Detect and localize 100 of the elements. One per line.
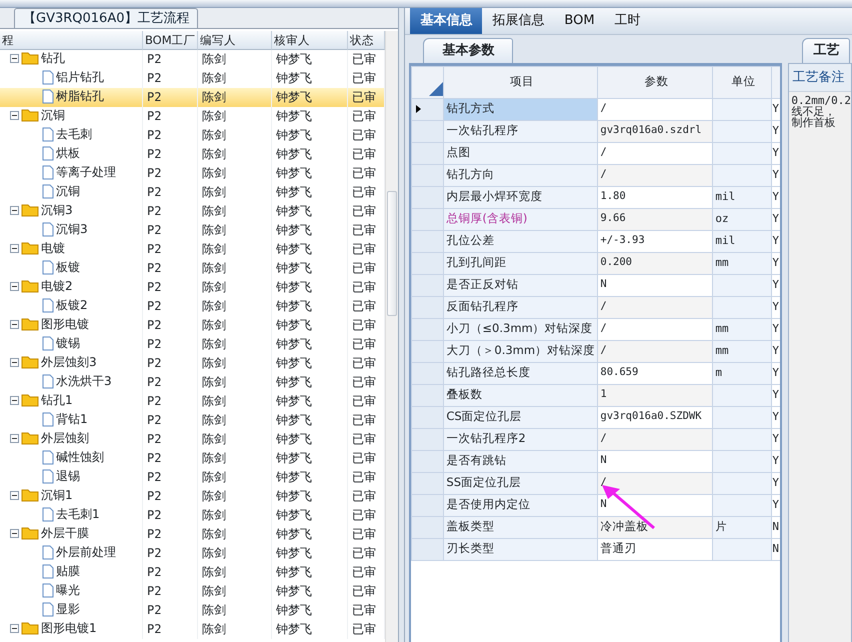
- grid-row[interactable]: 钻孔方向 / Y: [412, 164, 780, 186]
- collapse-icon[interactable]: [10, 282, 19, 290]
- tree-row[interactable]: 沉铜3 P2 陈剑 钟梦飞 已审: [0, 202, 385, 221]
- grid-row[interactable]: 一次钻孔程序 gv3rq016a0.szdrl Y: [412, 120, 780, 142]
- table-cell: 陈剑: [198, 544, 272, 563]
- tree-row[interactable]: 图形电镀1 P2 陈剑 钟梦飞 已审: [0, 620, 385, 639]
- column-header[interactable]: 编写人: [198, 31, 272, 50]
- grid-row[interactable]: 是否正反对钻 N Y: [412, 274, 780, 296]
- grid-row[interactable]: 反面钻孔程序 / Y: [412, 296, 780, 318]
- table-cell: P2: [143, 601, 198, 620]
- column-header[interactable]: 项目: [444, 66, 598, 98]
- grid-row[interactable]: 是否使用内定位 N Y: [412, 494, 780, 516]
- column-header[interactable]: 状态: [348, 31, 385, 50]
- tree-row[interactable]: 烘板 P2 陈剑 钟梦飞 已审: [0, 145, 385, 164]
- tree-row[interactable]: 贴膜 P2 陈剑 钟梦飞 已审: [0, 563, 385, 582]
- tree-row[interactable]: 电镀2 P2 陈剑 钟梦飞 已审: [0, 278, 385, 297]
- table-cell: 陈剑: [198, 202, 272, 221]
- table-cell: P2: [143, 392, 198, 411]
- grid-row[interactable]: 盖板类型 冷冲盖板 片 N: [412, 516, 780, 538]
- grid-row[interactable]: 孔位公差 +/-3.93 mil Y: [412, 230, 780, 252]
- column-header[interactable]: BOM工厂: [143, 31, 198, 50]
- tree-row[interactable]: 外层蚀刻3 P2 陈剑 钟梦飞 已审: [0, 354, 385, 373]
- tree-row[interactable]: 沉铜3 P2 陈剑 钟梦飞 已审: [0, 221, 385, 240]
- column-header[interactable]: 程: [0, 31, 143, 50]
- table-cell: /: [598, 296, 713, 318]
- document-icon: [42, 164, 54, 180]
- tree-row[interactable]: 等离子处理 P2 陈剑 钟梦飞 已审: [0, 164, 385, 183]
- tab[interactable]: 工时: [604, 8, 651, 34]
- tab[interactable]: 拓展信息: [482, 8, 554, 34]
- table-cell: 陈剑: [198, 145, 272, 164]
- table-cell: 陈剑: [198, 601, 272, 620]
- tree-row[interactable]: 背钻1 P2 陈剑 钟梦飞 已审: [0, 411, 385, 430]
- grid-row[interactable]: 大刀（＞0.3mm）对钻深度 / mm Y: [412, 340, 780, 362]
- document-icon: [42, 70, 54, 84]
- corner-icon: [429, 82, 443, 96]
- tree-row[interactable]: 碱性蚀刻 P2 陈剑 钟梦飞 已审: [0, 449, 385, 468]
- tree-row[interactable]: 钻孔1 P2 陈剑 钟梦飞 已审: [0, 392, 385, 411]
- tree-row[interactable]: 电镀 P2 陈剑 钟梦飞 已审: [0, 240, 385, 259]
- table-cell: gv3rq016a0.SZDWK: [598, 406, 713, 428]
- collapse-icon[interactable]: [10, 396, 19, 404]
- tree-row[interactable]: 镀锡 P2 陈剑 钟梦飞 已审: [0, 335, 385, 354]
- table-cell: 陈剑: [198, 354, 272, 373]
- tree-label: 外层干膜: [41, 525, 89, 542]
- grid-row[interactable]: 钻孔路径总长度 80.659 m Y: [412, 362, 780, 384]
- grid-row[interactable]: 总铜厚(含表铜) 9.66 oz Y: [412, 208, 780, 230]
- tree-row[interactable]: 钻孔 P2 陈剑 钟梦飞 已审: [0, 50, 385, 69]
- panel-tab[interactable]: 【GV3RQ016A0】工艺流程: [14, 8, 198, 28]
- tree-row[interactable]: 板镀 P2 陈剑 钟梦飞 已审: [0, 259, 385, 278]
- panel-tab[interactable]: 工艺: [802, 38, 850, 62]
- grid-row[interactable]: 一次钻孔程序2 / Y: [412, 428, 780, 450]
- tree-row[interactable]: 外层干膜 P2 陈剑 钟梦飞 已审: [0, 525, 385, 544]
- grid-row[interactable]: SS面定位孔层 / Y: [412, 472, 780, 494]
- tree-row[interactable]: 板镀2 P2 陈剑 钟梦飞 已审: [0, 297, 385, 316]
- collapse-icon[interactable]: [10, 624, 19, 632]
- tree-row[interactable]: 水洗烘干3 P2 陈剑 钟梦飞 已审: [0, 373, 385, 392]
- tree-row[interactable]: 曝光 P2 陈剑 钟梦飞 已审: [0, 582, 385, 601]
- folder-icon: [21, 393, 39, 407]
- collapse-icon[interactable]: [10, 528, 19, 538]
- collapse-icon[interactable]: [10, 110, 19, 120]
- collapse-icon[interactable]: [10, 320, 19, 328]
- table-cell: 孔到孔间距: [444, 252, 598, 274]
- tree-row[interactable]: 图形电镀 P2 陈剑 钟梦飞 已审: [0, 316, 385, 335]
- grid-row[interactable]: 叠板数 1 Y: [412, 384, 780, 406]
- tree-row[interactable]: 去毛刺 P2 陈剑 钟梦飞 已审: [0, 126, 385, 145]
- grid-row[interactable]: 内层最小焊环宽度 1.80 mil Y: [412, 186, 780, 208]
- column-header[interactable]: 核审人: [272, 31, 348, 50]
- grid-row[interactable]: 是否有跳钻 N Y: [412, 450, 780, 472]
- tree-row[interactable]: 沉铜 P2 陈剑 钟梦飞 已审: [0, 107, 385, 126]
- tab[interactable]: 基本信息: [410, 8, 482, 34]
- grid-row[interactable]: 孔到孔间距 0.200 mm Y: [412, 252, 780, 274]
- collapse-icon[interactable]: [10, 244, 19, 252]
- tree-row[interactable]: 去毛刺1 P2 陈剑 钟梦飞 已审: [0, 506, 385, 525]
- grid-row[interactable]: CS面定位孔层 gv3rq016a0.SZDWK Y: [412, 406, 780, 428]
- tree-row[interactable]: 沉铜 P2 陈剑 钟梦飞 已审: [0, 183, 385, 202]
- grid-row[interactable]: 刃长类型 普通刃 N: [412, 538, 780, 560]
- scrollbar[interactable]: [385, 31, 398, 642]
- folder-icon: [21, 431, 39, 445]
- table-cell: gv3rq016a0.szdrl: [598, 120, 713, 142]
- tree-row[interactable]: 沉铜1 P2 陈剑 钟梦飞 已审: [0, 487, 385, 506]
- tree-row[interactable]: 显影 P2 陈剑 钟梦飞 已审: [0, 601, 385, 620]
- tab[interactable]: BOM: [554, 8, 605, 34]
- collapse-icon[interactable]: [10, 490, 19, 500]
- grid-row[interactable]: 钻孔方式 / Y: [412, 98, 780, 120]
- tree-row[interactable]: 退锡 P2 陈剑 钟梦飞 已审: [0, 468, 385, 487]
- grid-row[interactable]: 点图 / Y: [412, 142, 780, 164]
- collapse-icon[interactable]: [10, 434, 19, 442]
- tree-label: 外层蚀刻: [41, 430, 89, 447]
- collapse-icon[interactable]: [10, 54, 19, 62]
- collapse-icon[interactable]: [10, 358, 19, 366]
- collapse-icon[interactable]: [10, 206, 19, 214]
- column-header[interactable]: 单位: [712, 66, 772, 98]
- tree-row[interactable]: 外层蚀刻 P2 陈剑 钟梦飞 已审: [0, 430, 385, 449]
- column-header[interactable]: 参数: [598, 66, 713, 98]
- panel-tab[interactable]: 基本参数: [423, 38, 514, 62]
- grid-row[interactable]: 小刀（≤0.3mm）对钻深度 / mm Y: [412, 318, 780, 340]
- table-cell: 大刀（＞0.3mm）对钻深度: [444, 340, 598, 362]
- tree-row[interactable]: 外层前处理 P2 陈剑 钟梦飞 已审: [0, 544, 385, 563]
- table-cell: 陈剑: [198, 335, 272, 354]
- folder-icon: [21, 317, 39, 331]
- table-cell: 陈剑: [198, 449, 272, 468]
